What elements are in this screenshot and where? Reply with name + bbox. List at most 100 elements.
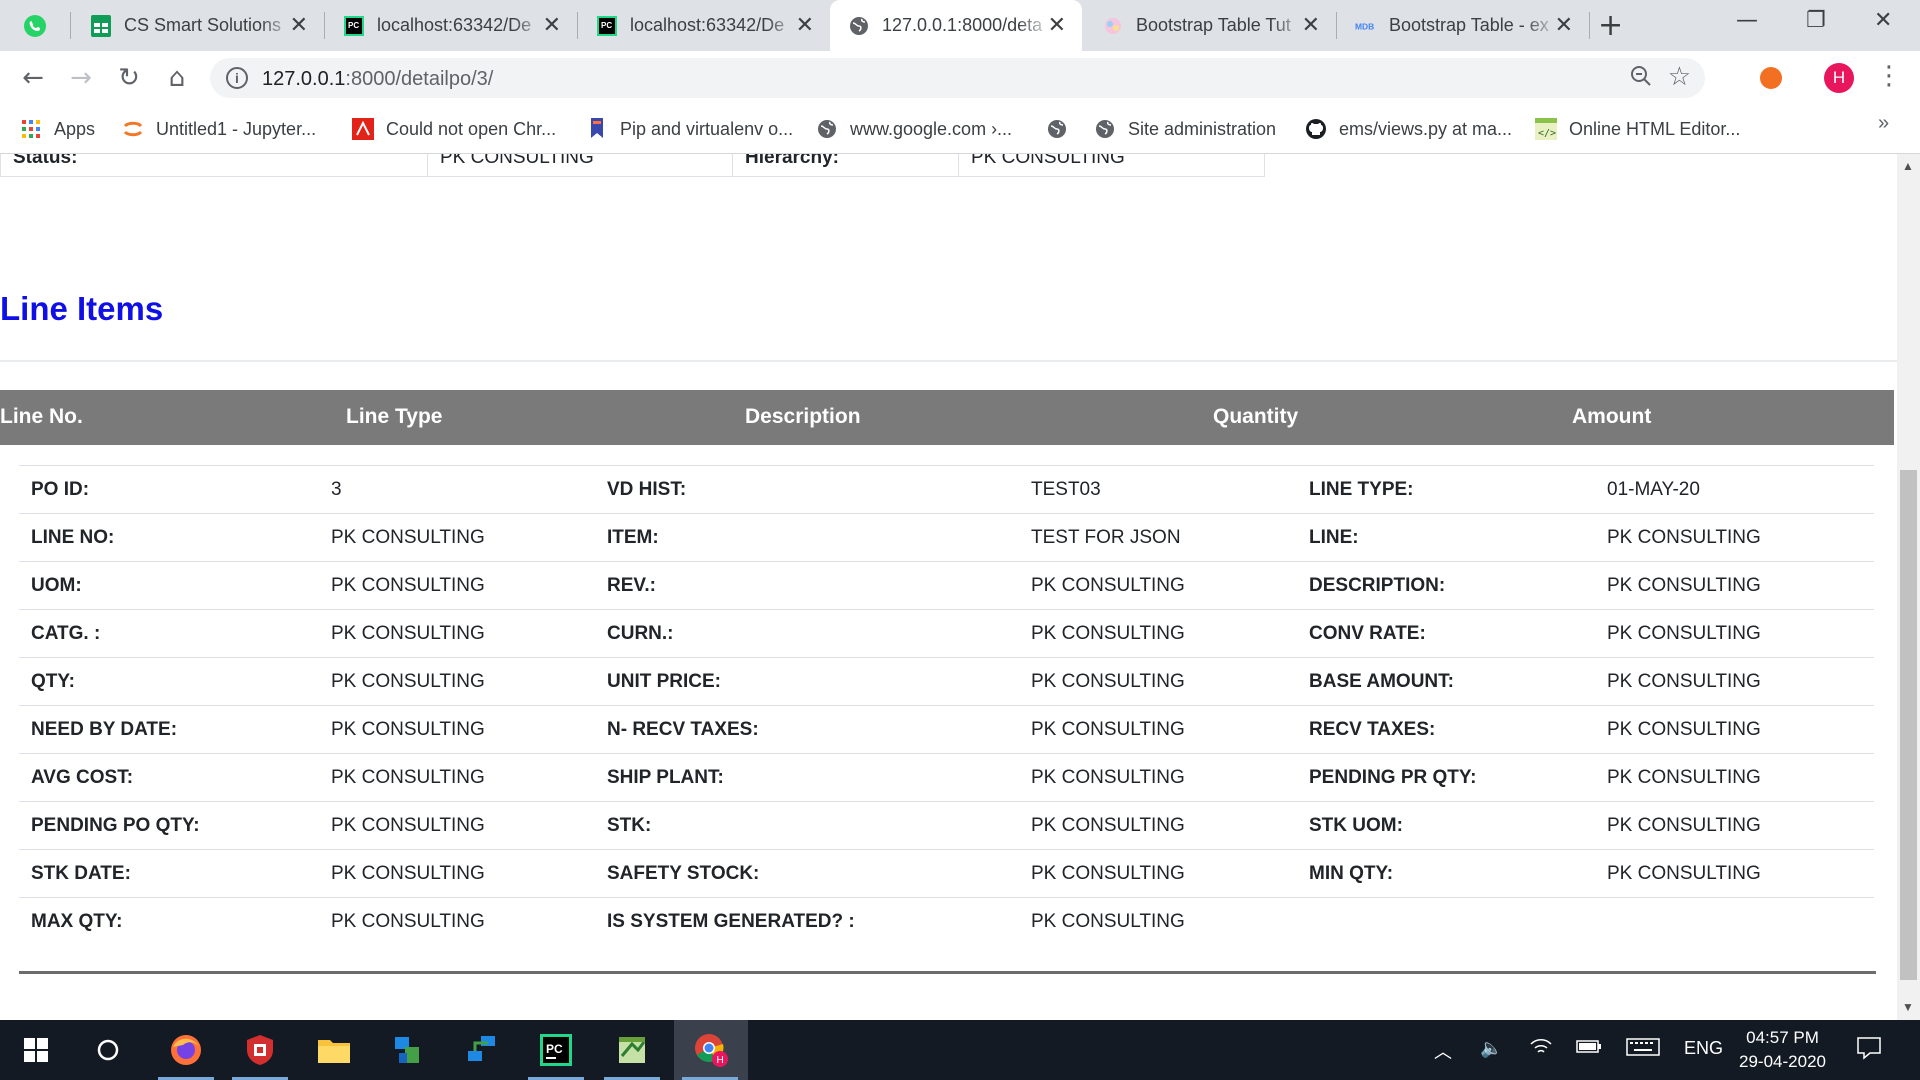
taskbar-network-app[interactable]: [446, 1020, 518, 1080]
volume-icon[interactable]: 🔈: [1480, 1038, 1502, 1059]
bookmark-site-administration[interactable]: Site administration: [1094, 115, 1276, 143]
detail-label: QTY:: [31, 671, 75, 692]
system-clock[interactable]: 04:57 PM 29-04-2020: [1710, 1026, 1855, 1074]
detail-value: PK CONSULTING: [331, 815, 485, 836]
detail-value: TEST FOR JSON: [1031, 527, 1181, 548]
cortana-button[interactable]: [72, 1020, 144, 1080]
start-button[interactable]: [0, 1020, 72, 1080]
taskbar-pycharm[interactable]: PC: [520, 1020, 592, 1080]
tab-detailpo-active[interactable]: 127.0.0.1:8000/deta ✕: [830, 0, 1082, 51]
bookmarks-overflow-chevron-icon[interactable]: »: [1878, 112, 1889, 135]
tab-bootstrap-table-mdb[interactable]: MDB Bootstrap Table - ex ✕: [1337, 0, 1589, 51]
bookmark-pip-virtualenv[interactable]: Pip and virtualenv o...: [586, 115, 793, 143]
detail-label: RECV TAXES:: [1309, 719, 1436, 740]
svg-text:PC: PC: [601, 21, 612, 30]
firefox-icon: [171, 1035, 201, 1065]
detail-row: UOM: PK CONSULTING REV.: PK CONSULTING DESCR…: [19, 561, 1874, 609]
detail-row: PENDING PO QTY: PK CONSULTING STK: PK CONSU…: [19, 801, 1874, 849]
site-info-icon[interactable]: i: [226, 67, 248, 89]
detail-label: BASE AMOUNT:: [1309, 671, 1454, 692]
detail-label: STK UOM:: [1309, 815, 1403, 836]
globe-icon: [1046, 118, 1068, 140]
url-text[interactable]: 127.0.0.1:8000/detailpo/3/: [262, 68, 493, 91]
taskbar-chrome[interactable]: H: [674, 1020, 748, 1080]
forward-arrow-icon[interactable]: →: [64, 61, 98, 95]
detail-value: PK CONSULTING: [1607, 719, 1761, 740]
detail-value: PK CONSULTING: [1031, 671, 1185, 692]
profile-avatar[interactable]: H: [1824, 63, 1854, 93]
tab-localhost-1[interactable]: PC localhost:63342/De ✕: [325, 0, 577, 51]
google-sheets-icon: [90, 14, 112, 37]
bookmark-apps[interactable]: Apps: [20, 115, 95, 143]
bookmark-label: Pip and virtualenv o...: [620, 118, 794, 139]
bookmark-star-icon[interactable]: ☆: [1668, 62, 1691, 92]
taskbar-notepad-app[interactable]: [596, 1020, 668, 1080]
bookmark-icon: [586, 118, 608, 140]
tab-close-icon[interactable]: ✕: [290, 13, 308, 38]
reload-icon[interactable]: ↻: [112, 61, 146, 95]
tray-overflow-chevron-icon[interactable]: ︿: [1434, 1038, 1452, 1064]
detail-value: PK CONSULTING: [331, 623, 485, 644]
tab-title: localhost:63342/De: [630, 15, 785, 35]
tab-close-icon[interactable]: ✕: [1048, 13, 1066, 38]
tab-close-icon[interactable]: ✕: [796, 13, 814, 38]
action-center-icon[interactable]: [1856, 1036, 1882, 1065]
hierarchy-value: PK CONSULTING: [971, 154, 1125, 168]
detail-value: PK CONSULTING: [1031, 719, 1185, 740]
taskbar-file-explorer[interactable]: [298, 1020, 370, 1080]
tab-close-icon[interactable]: ✕: [1555, 13, 1573, 38]
detail-label: AVG COST:: [31, 767, 134, 788]
code-editor-icon: </>: [1535, 118, 1557, 140]
col-header-line-type: Line Type: [346, 405, 443, 428]
bookmark-jupyter[interactable]: Untitled1 - Jupyter...: [122, 115, 316, 143]
detail-row: NEED BY DATE: PK CONSULTING N- RECV TAXES:…: [19, 705, 1874, 753]
scrollbar-thumb[interactable]: [1900, 470, 1917, 980]
bookmark-github-ems[interactable]: ems/views.py at ma...: [1305, 115, 1512, 143]
zoom-magnifier-icon[interactable]: [1629, 64, 1653, 94]
detail-value: PK CONSULTING: [1031, 815, 1185, 836]
battery-icon[interactable]: [1576, 1038, 1602, 1059]
extension-icon[interactable]: [1760, 67, 1782, 89]
svg-text:PC: PC: [348, 21, 359, 30]
chrome-icon: H: [695, 1034, 728, 1067]
tab-close-icon[interactable]: ✕: [543, 13, 561, 38]
home-icon[interactable]: ⌂: [160, 61, 194, 95]
tab-title: CS Smart Solutions: [124, 15, 282, 35]
address-bar[interactable]: i 127.0.0.1:8000/detailpo/3/ ☆: [210, 58, 1705, 98]
page-scrollbar[interactable]: ▲ ▼: [1897, 154, 1920, 1020]
scroll-up-arrow-icon[interactable]: ▲: [1902, 159, 1914, 173]
keyboard-icon[interactable]: [1626, 1038, 1660, 1061]
detail-label: CATG. :: [31, 623, 101, 644]
detail-value: PK CONSULTING: [1031, 767, 1185, 788]
bookmark-online-html-editor[interactable]: </> Online HTML Editor...: [1535, 115, 1740, 143]
back-arrow-icon[interactable]: ←: [16, 61, 50, 95]
tab-cs-smart-solutions[interactable]: CS Smart Solutions ✕: [72, 0, 324, 51]
close-window-icon[interactable]: ✕: [1874, 8, 1892, 33]
whatsapp-pinned-tab[interactable]: [0, 0, 70, 51]
bookmark-untitled-globe[interactable]: [1046, 115, 1080, 143]
github-icon: [1305, 118, 1327, 140]
taskbar-security-app[interactable]: [224, 1020, 296, 1080]
bookmark-could-not-open[interactable]: Could not open Chr...: [352, 115, 556, 143]
col-header-line-no: Line No.: [0, 405, 83, 428]
status-value: PK CONSULTING: [428, 154, 733, 176]
clock-date: 29-04-2020: [1739, 1052, 1826, 1071]
taskbar-firefox[interactable]: [150, 1020, 222, 1080]
restore-icon[interactable]: ❐: [1806, 8, 1826, 33]
col-header-description: Description: [745, 405, 861, 428]
scroll-down-arrow-icon[interactable]: ▼: [1902, 1000, 1914, 1014]
tab-close-icon[interactable]: ✕: [1302, 13, 1320, 38]
wifi-icon[interactable]: [1530, 1038, 1552, 1061]
pycharm-icon: PC: [596, 15, 618, 37]
browser-menu-icon[interactable]: ⋮: [1876, 61, 1902, 91]
minimize-icon[interactable]: —: [1736, 8, 1758, 33]
whatsapp-icon: [24, 14, 46, 37]
tab-localhost-2[interactable]: PC localhost:63342/De ✕: [578, 0, 830, 51]
tab-bootstrap-tutorial[interactable]: Bootstrap Table Tut ✕: [1084, 0, 1336, 51]
detail-label: LINE:: [1309, 527, 1359, 548]
new-tab-plus-icon[interactable]: +: [1598, 8, 1623, 43]
taskbar-network-tool[interactable]: [372, 1020, 444, 1080]
detail-label: DESCRIPTION:: [1309, 575, 1446, 596]
bookmark-google[interactable]: www.google.com ›...: [816, 115, 1012, 143]
detail-row: QTY: PK CONSULTING UNIT PRICE: PK CONSULTIN…: [19, 657, 1874, 705]
